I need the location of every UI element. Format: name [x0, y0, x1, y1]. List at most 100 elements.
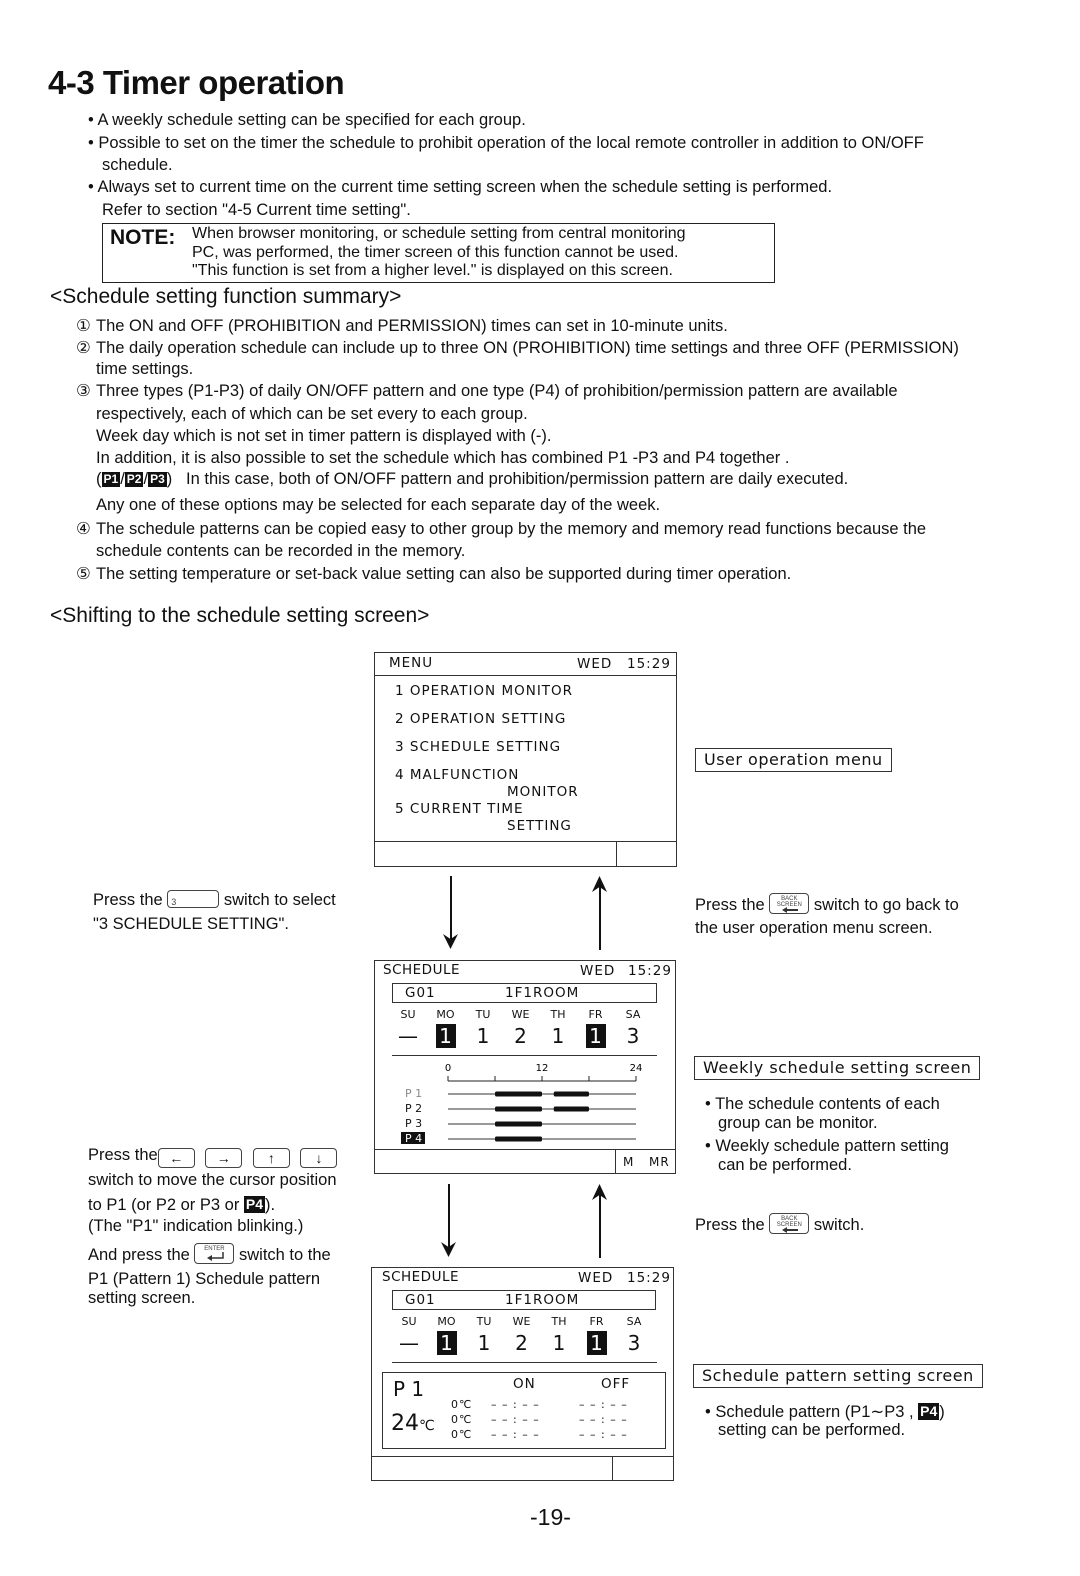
- pattern-label-1[interactable]: P 1: [405, 1087, 422, 1100]
- instruction-move-cursor-line2: switch to move the cursor position: [88, 1171, 337, 1189]
- day-pattern-value-sa[interactable]: 3: [623, 1024, 643, 1048]
- summary-item-3-cont: Any one of these options may be selected…: [96, 496, 661, 514]
- user-operation-menu-caption: User operation menu: [695, 748, 892, 772]
- day-label-th: TH: [550, 1008, 566, 1021]
- memory-read-button[interactable]: MR: [649, 1155, 670, 1169]
- footer-divider: [612, 1456, 613, 1480]
- day-pattern-value-tu[interactable]: 1: [474, 1331, 494, 1355]
- group-room: 1F1ROOM: [505, 985, 580, 1001]
- menu-item-malfunction-monitor-cont[interactable]: MONITOR: [507, 784, 579, 800]
- menu-item-operation-setting[interactable]: 2 OPERATION SETTING: [395, 711, 566, 727]
- intro-bullet-1: • A weekly schedule setting can be speci…: [88, 111, 526, 129]
- day-pattern-value-we[interactable]: 2: [512, 1331, 532, 1355]
- p3-inverse-badge: P3: [148, 472, 167, 487]
- menu-item-current-time-setting-cont[interactable]: SETTING: [507, 818, 572, 834]
- menu-item-operation-monitor[interactable]: 1 OPERATION MONITOR: [395, 683, 573, 699]
- pattern-on-block: [495, 1136, 542, 1142]
- arrow-left-icon: [782, 907, 799, 913]
- up-arrow-key-button[interactable]: ↑: [252, 1148, 290, 1168]
- back-screen-key-button[interactable]: BACK SCREEN: [769, 1213, 810, 1234]
- instruction-press-enter-line3: setting screen.: [88, 1289, 196, 1307]
- instruction-move-cursor: Press the ← → ↑ ↓: [88, 1145, 338, 1168]
- circled-number-4: ④: [76, 520, 91, 538]
- back-screen-key-button[interactable]: BACK SCREEN: [769, 893, 810, 914]
- summary-item-2: ② The daily operation schedule can includ…: [76, 338, 959, 359]
- day-pattern-value-th[interactable]: 1: [548, 1024, 568, 1048]
- day-pattern-value-tu[interactable]: 1: [473, 1024, 493, 1048]
- key-label: 3: [171, 897, 177, 907]
- arrow-up-line: [599, 884, 601, 950]
- footer-divider: [616, 841, 617, 866]
- shifting-heading: <Shifting to the schedule setting screen…: [50, 604, 430, 627]
- circled-number-2: ②: [76, 339, 91, 357]
- arrow-up-icon: [592, 876, 607, 892]
- day-pattern-value-su[interactable]: —: [398, 1024, 418, 1048]
- day-pattern-value-th[interactable]: 1: [549, 1331, 569, 1355]
- right-arrow-key-button[interactable]: →: [205, 1148, 243, 1168]
- pattern-label-4[interactable]: P 4: [405, 1132, 422, 1145]
- instruction-select-schedule-line2: "3 SCHEDULE SETTING".: [93, 915, 290, 933]
- circled-number-3: ③: [76, 382, 91, 400]
- intro-bullet-text: Always set to current time on the curren…: [97, 178, 833, 196]
- summary-item-3-cont: respectively, each of which can be set e…: [96, 405, 528, 423]
- pattern-label-3[interactable]: P 3: [405, 1117, 422, 1130]
- day-pattern-value-su[interactable]: —: [399, 1331, 419, 1355]
- menu-item-malfunction-monitor[interactable]: 4 MALFUNCTION: [395, 767, 519, 783]
- day-label-tu: TU: [475, 1008, 491, 1021]
- divider: [375, 675, 676, 676]
- weekly-day-row: SU — MO 1 TU 1 WE 2 TH 1 FR 1 SA 3: [395, 1008, 665, 1050]
- off-time-field[interactable]: – – : – –: [579, 1428, 628, 1441]
- memory-button[interactable]: M: [623, 1155, 634, 1169]
- schedule-pattern-screen: SCHEDULE WED 15:29 G01 1F1ROOM SU — MO 1 TU 1…: [371, 1267, 674, 1481]
- group-field[interactable]: G01 1F1ROOM: [392, 1290, 656, 1310]
- day-pattern-value-fr[interactable]: 1: [585, 1024, 606, 1048]
- instruction-text: switch to select: [223, 891, 336, 909]
- pattern-detail-panel: P 1 24℃ ON OFF 0℃ – – : – – – – : – –0℃ – –…: [382, 1372, 666, 1449]
- day-pattern-value-fr[interactable]: 1: [586, 1331, 607, 1355]
- day-pattern-value-we[interactable]: 2: [511, 1024, 531, 1048]
- screen-title: SCHEDULE: [382, 1269, 460, 1285]
- day-label-mo: MO: [436, 1008, 455, 1021]
- arrow-down-icon: [441, 1242, 456, 1257]
- group-field[interactable]: G01 1F1ROOM: [392, 983, 657, 1003]
- pattern-label-2[interactable]: P 2: [405, 1102, 422, 1115]
- note-text: When browser monitoring, or schedule set…: [192, 225, 686, 281]
- summary-text: Three types (P1-P3) of daily ON/OFF patt…: [96, 382, 898, 400]
- on-time-field[interactable]: – – : – –: [491, 1428, 540, 1441]
- p4-inverse-badge: P4: [918, 1403, 940, 1420]
- day-label-sa: SA: [626, 1315, 642, 1328]
- arrow-down-icon: [443, 934, 458, 949]
- down-arrow-key-button[interactable]: ↓: [300, 1148, 338, 1168]
- instruction-back-to-menu-line2: the user operation menu screen.: [695, 919, 933, 937]
- note-box: NOTE: When browser monitoring, or schedu…: [102, 223, 775, 283]
- on-time-field[interactable]: – – : – –: [491, 1413, 540, 1426]
- circled-number-5: ⑤: [76, 565, 91, 583]
- p2-inverse-badge: P2: [124, 472, 144, 487]
- row-temp: 0℃: [451, 1398, 473, 1411]
- off-time-field[interactable]: – – : – –: [579, 1398, 628, 1411]
- divider: [372, 1456, 673, 1457]
- day-pattern-value-mo[interactable]: 1: [435, 1024, 456, 1048]
- left-arrow-key-button[interactable]: ←: [157, 1148, 195, 1168]
- key-3-button[interactable]: 3: [167, 890, 220, 908]
- weekly-bullet-2: • Weekly schedule pattern setting: [705, 1137, 949, 1155]
- summary-text: The ON and OFF (PROHIBITION and PERMISSI…: [96, 317, 728, 335]
- off-time-field[interactable]: – – : – –: [579, 1413, 628, 1426]
- page-number: -19-: [530, 1504, 571, 1530]
- instruction-text: switch to the: [239, 1246, 331, 1264]
- on-time-field[interactable]: – – : – –: [491, 1398, 540, 1411]
- summary-item-3: ③ Three types (P1-P3) of daily ON/OFF pat…: [76, 381, 898, 402]
- arrow-down-line: [448, 1184, 450, 1250]
- day-pattern-value-sa[interactable]: 3: [624, 1331, 644, 1355]
- axis-label: 12: [536, 1063, 549, 1074]
- pattern-on-block: [495, 1121, 542, 1127]
- footer-divider: [615, 1149, 616, 1173]
- screen-day: WED: [578, 1270, 614, 1286]
- screen-time: 15:29: [628, 963, 672, 979]
- instruction-text: to P1 (or P2 or P3 or: [88, 1196, 240, 1214]
- instruction-blinking-note: (The "P1" indication blinking.): [88, 1217, 304, 1235]
- menu-item-schedule-setting[interactable]: 3 SCHEDULE SETTING: [395, 739, 561, 755]
- menu-item-current-time-setting[interactable]: 5 CURRENT TIME: [395, 801, 524, 817]
- enter-key-button[interactable]: ENTER: [194, 1243, 235, 1264]
- day-pattern-value-mo[interactable]: 1: [436, 1331, 457, 1355]
